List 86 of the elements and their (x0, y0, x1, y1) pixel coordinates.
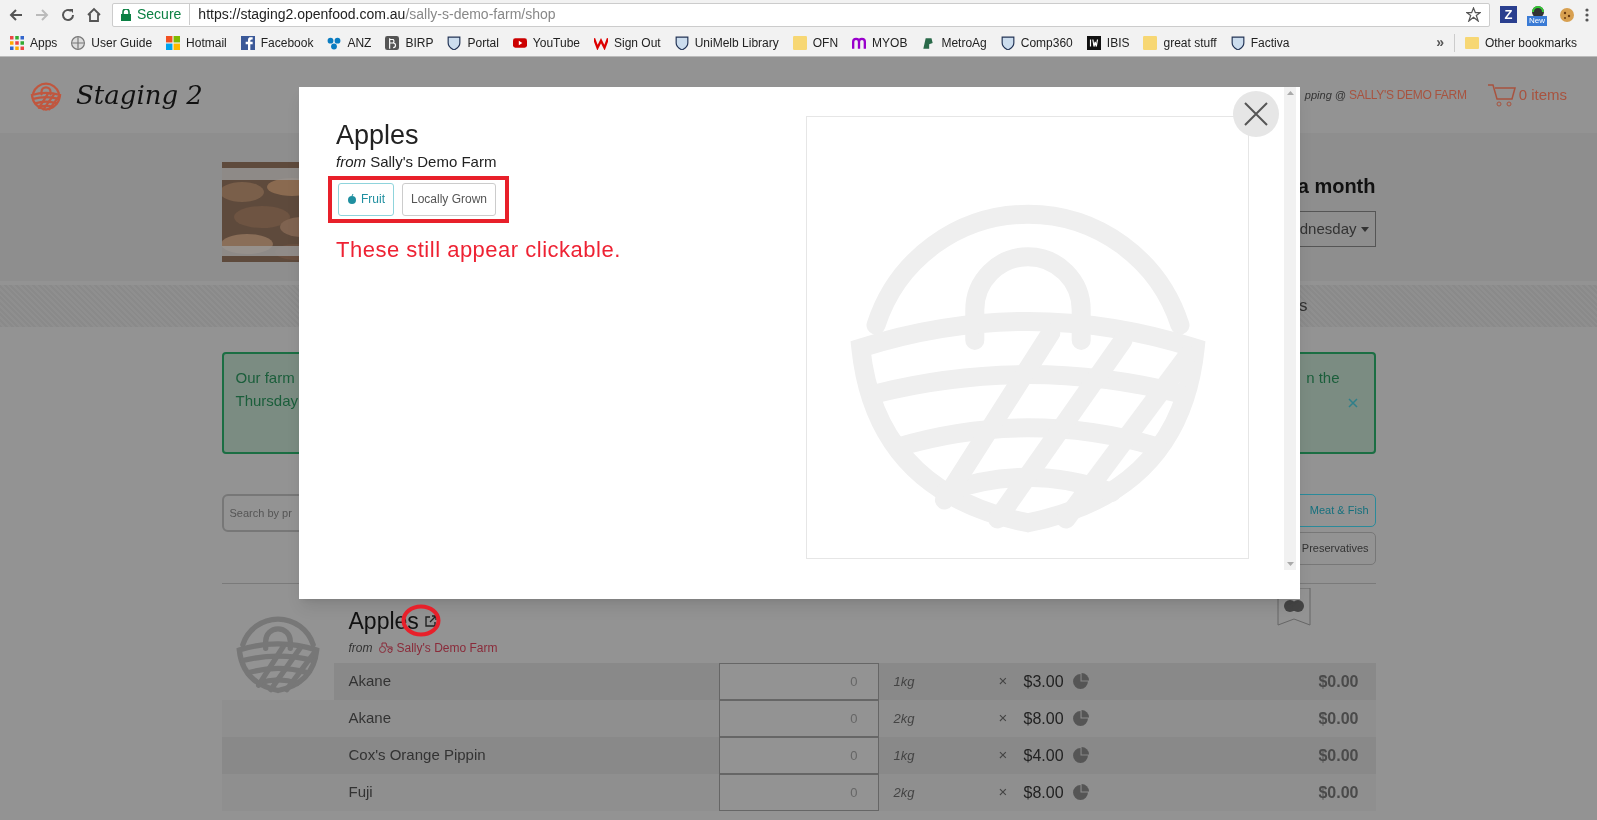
bookmark-link[interactable]: Apps (30, 33, 58, 52)
overflow-chevron[interactable]: » (1436, 32, 1444, 53)
bookmark-link[interactable]: YouTube (532, 33, 580, 52)
bookmark-link[interactable]: Other bookmarks (1484, 33, 1577, 52)
facebook-icon[interactable] (240, 35, 255, 50)
external-link-icon[interactable] (424, 615, 437, 628)
producer-name: Sally's Demo Farm (370, 153, 497, 170)
bookmark-link[interactable]: Portal (467, 33, 499, 52)
shield-icon[interactable] (1000, 35, 1015, 50)
globe-icon[interactable] (71, 35, 86, 50)
variant-name: Akane (347, 708, 393, 729)
extension-icon[interactable]: Z (1500, 6, 1517, 23)
iw-icon[interactable] (1086, 35, 1101, 50)
alert-text: Thursday (235, 391, 299, 411)
price: $4.00 (1023, 745, 1064, 766)
letter-b-icon[interactable] (385, 35, 400, 50)
from-label: from (336, 153, 366, 170)
times-sign: × (998, 745, 1009, 766)
line-total: $0.00 (1318, 745, 1360, 766)
caret-icon (1360, 226, 1369, 232)
modal-title: Apples (336, 119, 420, 151)
helmet-icon[interactable] (921, 35, 936, 50)
times-sign: × (998, 671, 1009, 692)
variant-name: Fuji (347, 782, 374, 803)
dots-icon[interactable] (327, 35, 342, 50)
line-total: $0.00 (1318, 782, 1360, 803)
alert-text: n the (1306, 368, 1340, 388)
unit-size: 1kg (893, 746, 916, 765)
close-button[interactable] (1233, 91, 1279, 137)
bookmark-link[interactable]: ANZ (347, 33, 372, 52)
tab-label[interactable]: s (1299, 293, 1308, 319)
bookmark-link[interactable]: Facebook (260, 33, 314, 52)
shield-icon[interactable] (447, 35, 462, 50)
back-icon[interactable] (8, 6, 24, 23)
bookmark-link[interactable]: User Guide (91, 33, 153, 52)
tag-button[interactable]: Locally Grown (402, 182, 497, 216)
tractor-icon (378, 642, 393, 653)
shield-icon[interactable] (1230, 35, 1245, 50)
price: $3.00 (1023, 671, 1064, 692)
price: $8.00 (1023, 782, 1064, 803)
close-icon (1244, 102, 1268, 126)
bookmark-link[interactable]: MYOB (872, 33, 908, 52)
home-icon[interactable] (86, 6, 102, 23)
bookmark-link[interactable]: UniMelb Library (694, 33, 779, 52)
reload-icon[interactable] (60, 6, 76, 23)
site-logo-text[interactable]: Staging 2 (76, 75, 203, 115)
times-sign: × (998, 782, 1009, 803)
variant-name: Akane (347, 671, 393, 692)
bookmark-link[interactable]: OFN (812, 33, 839, 52)
bookmark-link[interactable]: Hotmail (186, 33, 227, 52)
unit-size: 1kg (893, 672, 916, 691)
unit-size: 2kg (893, 783, 916, 802)
unit-size: 2kg (893, 709, 916, 728)
bookmark-link[interactable]: Sign Out (614, 33, 661, 52)
play-icon[interactable] (512, 35, 527, 50)
times-sign: × (998, 708, 1009, 729)
line-total: $0.00 (1318, 671, 1360, 692)
address-bar[interactable]: Secure https://staging2.openfood.com.au/sally-s-demo-farm/shop (112, 2, 1490, 27)
lock-icon (121, 8, 131, 21)
apple-icon (347, 194, 357, 204)
alert-text: Our farm (235, 368, 296, 388)
line-total: $0.00 (1318, 708, 1360, 729)
shopping-at-label: pping @ (1304, 87, 1346, 103)
shield-icon[interactable] (674, 35, 689, 50)
secure-label: Secure (137, 4, 191, 25)
bookmark-link[interactable]: MetroAg (941, 33, 987, 52)
folder-icon (1464, 36, 1479, 49)
variant-name: Cox's Orange Pippin (347, 745, 487, 766)
url-text: https://staging2.openfood.com.au/sally-s-demo-farm/shop (198, 5, 556, 24)
w-icon[interactable] (594, 35, 608, 50)
price: $8.00 (1023, 708, 1064, 729)
star-icon[interactable] (1466, 7, 1481, 22)
bookmark-link[interactable]: great stuff (1163, 33, 1217, 52)
bookmark-link[interactable]: IBIS (1106, 33, 1130, 52)
cookie-icon[interactable] (1559, 6, 1575, 23)
bookmark-link[interactable]: Factiva (1250, 33, 1290, 52)
bookmark-link[interactable]: Comp360 (1020, 33, 1073, 52)
m-icon[interactable] (852, 35, 867, 50)
menu-icon[interactable] (1585, 7, 1589, 22)
tag-button[interactable]: Fruit (338, 182, 394, 216)
annotation-text: These still appear clickable. (336, 235, 622, 264)
bookmark-link[interactable]: BIRP (405, 33, 434, 52)
from-label: from (348, 639, 373, 657)
apps-grid-icon[interactable] (10, 35, 24, 50)
windows-icon[interactable] (166, 35, 181, 50)
new-badge: New (1527, 15, 1547, 26)
